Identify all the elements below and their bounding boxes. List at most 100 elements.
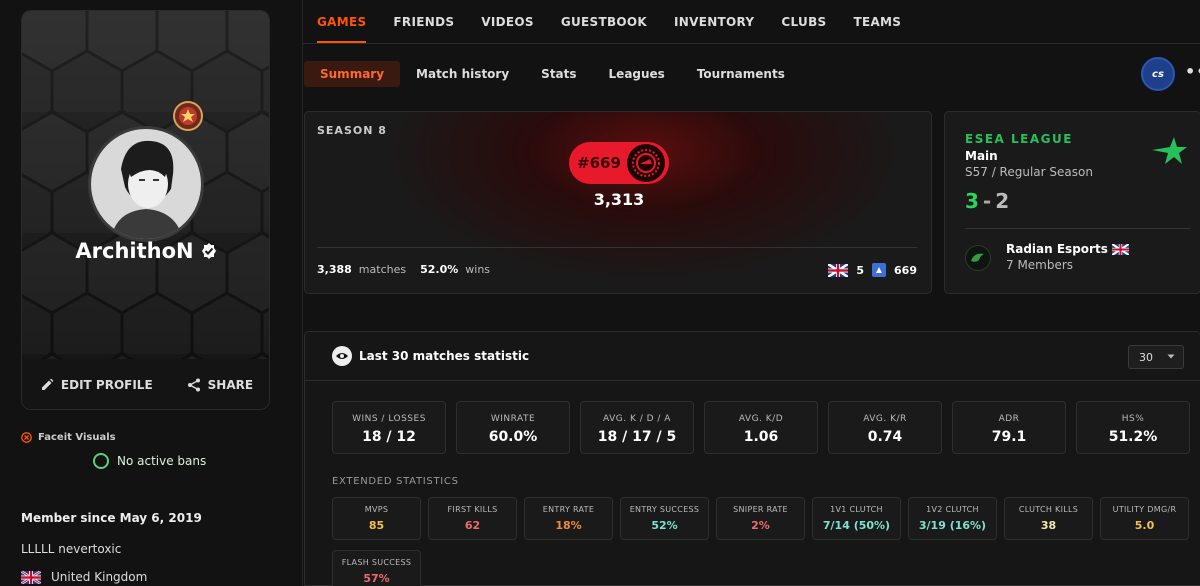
stat-value: 51.2%: [1108, 429, 1158, 445]
ext-stat-value: 62: [464, 519, 481, 532]
stat-label: AVG. K / D / A: [603, 414, 671, 424]
esea-star-icon: [1152, 137, 1187, 164]
match-count-select[interactable]: 30: [1128, 345, 1184, 369]
cs-game-icon: cs: [1152, 68, 1164, 80]
profile-card: ArchithoN EDIT PROFILE SHARE: [21, 10, 270, 410]
stat-label: WINS / LOSSES: [352, 414, 426, 424]
rank-badge: #669: [569, 142, 669, 184]
tab-friends[interactable]: FRIENDS: [393, 15, 454, 29]
ext-stat-label: 1V2 CLUTCH: [926, 505, 979, 514]
ext-stat-value: 7/14 (50%): [822, 519, 891, 532]
ext-stat-value: 2%: [751, 519, 770, 532]
tab-guestbook[interactable]: GUESTBOOK: [561, 15, 647, 29]
wins-value: 52.0%: [420, 263, 459, 276]
username: ArchithoN: [22, 239, 269, 263]
ban-status-label: No active bans: [117, 454, 207, 468]
edit-profile-label: EDIT PROFILE: [60, 378, 153, 392]
region-rank: 669: [894, 263, 917, 277]
extended-stats-label: EXTENDED STATISTICS: [332, 476, 459, 487]
ext-stat-label: CLUTCH KILLS: [1018, 505, 1079, 514]
ext-stat-value: 18%: [555, 519, 582, 532]
country-rank: 5: [856, 263, 865, 277]
ext-stat-value: 85: [368, 519, 385, 532]
season-card: SEASON 8 #669 3,313 3,388 matches 52.0% …: [304, 111, 932, 294]
ext-stat-label: 1V1 CLUTCH: [830, 505, 883, 514]
ext-stat-first-kills: FIRST KILLS 62: [428, 497, 517, 540]
ext-stat-value: 52%: [651, 519, 678, 532]
subtab-tournaments[interactable]: Tournaments: [681, 61, 801, 87]
share-button[interactable]: SHARE: [187, 378, 253, 392]
avatar[interactable]: [88, 126, 204, 242]
team-logo[interactable]: [965, 245, 991, 271]
game-selector-button[interactable]: cs: [1141, 57, 1175, 91]
league-dash: -: [982, 189, 992, 213]
tab-inventory[interactable]: INVENTORY: [674, 15, 754, 29]
member-since: Member since May 6, 2019: [21, 511, 202, 525]
ext-stat-sniper-rate: SNIPER RATE 2%: [716, 497, 805, 540]
uk-flag-icon: [828, 263, 849, 277]
ext-stat-utility-dmg-r: UTILITY DMG/R 5.0: [1100, 497, 1189, 540]
ext-stat-value: 38: [1040, 519, 1057, 532]
stat-value: 18 / 17 / 5: [597, 429, 677, 445]
tab-games[interactable]: GAMES: [317, 15, 367, 43]
top-nav: GAMES FRIENDS VIDEOS GUESTBOOK INVENTORY…: [303, 0, 1200, 44]
tab-teams[interactable]: TEAMS: [853, 15, 901, 29]
chevron-down-icon: [1167, 354, 1175, 359]
profile-bio: LLLLL nevertoxic: [21, 542, 122, 556]
ext-stat-label: ENTRY RATE: [542, 505, 595, 514]
verified-icon: [201, 243, 216, 259]
skill-level-icon: [626, 144, 665, 182]
stats-title: Last 30 matches statistic: [359, 349, 530, 363]
stat-label: AVG. K/D: [738, 414, 784, 424]
stat-winrate: WINRATE 60.0%: [456, 401, 570, 454]
sub-nav: Summary Match history Stats Leagues Tour…: [304, 60, 801, 87]
league-wins: 3: [965, 189, 979, 213]
season-divider: [317, 247, 917, 248]
region-icon: [872, 263, 887, 277]
country-name: United Kingdom: [51, 570, 148, 584]
faceit-visuals-label: Faceit Visuals: [38, 432, 116, 443]
ext-stat-1v1-clutch: 1V1 CLUTCH 7/14 (50%): [812, 497, 901, 540]
ext-stat-label: ENTRY SUCCESS: [629, 505, 700, 514]
stat-avg-kd: AVG. K/D 1.06: [704, 401, 818, 454]
match-count-value: 30: [1139, 350, 1153, 364]
edit-profile-button[interactable]: EDIT PROFILE: [40, 378, 153, 392]
ext-stat-value: 3/19 (16%): [918, 519, 987, 532]
subtab-match-history[interactable]: Match history: [400, 61, 525, 87]
team-name-text: Radian Esports: [1006, 242, 1108, 256]
tab-clubs[interactable]: CLUBS: [781, 15, 826, 29]
league-separator: [965, 228, 1190, 229]
stats-card: Last 30 matches statistic 30 WINS / LOSS…: [304, 331, 1200, 586]
ext-stat-1v2-clutch: 1V2 CLUTCH 3/19 (16%): [908, 497, 997, 540]
stat-value: 60.0%: [488, 429, 538, 445]
season-stats: 3,388 matches 52.0% wins: [317, 263, 490, 276]
stat-avg-kda: AVG. K / D / A 18 / 17 / 5: [580, 401, 694, 454]
more-options-button[interactable]: •••: [1185, 62, 1200, 81]
ext-stat-clutch-kills: CLUTCH KILLS 38: [1004, 497, 1093, 540]
stat-label: HS%: [1121, 414, 1145, 424]
league-record: 3 - 2: [965, 189, 1009, 213]
tab-videos[interactable]: VIDEOS: [481, 15, 534, 29]
faceit-visuals[interactable]: Faceit Visuals: [21, 432, 116, 443]
ext-stat-value: 5.0: [1134, 519, 1155, 532]
profile-actions: EDIT PROFILE SHARE: [22, 359, 269, 409]
season-label: SEASON 8: [317, 124, 387, 137]
ranking-summary: 5 669: [828, 263, 917, 277]
league-card[interactable]: ESEA LEAGUE Main S57 / Regular Season 3 …: [944, 111, 1200, 294]
subtab-leagues[interactable]: Leagues: [593, 61, 681, 87]
ext-stat-value: 57%: [363, 572, 390, 585]
pencil-icon: [41, 378, 54, 390]
stat-hs: HS% 51.2%: [1076, 401, 1190, 454]
ext-stat-label: FLASH SUCCESS: [341, 558, 412, 567]
stat-avg-kr: AVG. K/R 0.74: [828, 401, 942, 454]
extended-stats-grid: MVPS 85 FIRST KILLS 62 ENTRY RATE 18% ENTRY SU…: [332, 497, 1192, 586]
ext-stat-entry-rate: ENTRY RATE 18%: [524, 497, 613, 540]
subtab-summary[interactable]: Summary: [304, 60, 401, 87]
subtab-stats[interactable]: Stats: [525, 61, 592, 87]
share-icon: [187, 378, 200, 392]
uk-flag-icon: [21, 570, 41, 584]
team-name[interactable]: Radian Esports: [1006, 242, 1129, 256]
stats-header: Last 30 matches statistic 30: [305, 332, 1200, 381]
profile-country: United Kingdom: [21, 570, 147, 584]
wins-stat: 52.0% wins: [420, 263, 490, 276]
